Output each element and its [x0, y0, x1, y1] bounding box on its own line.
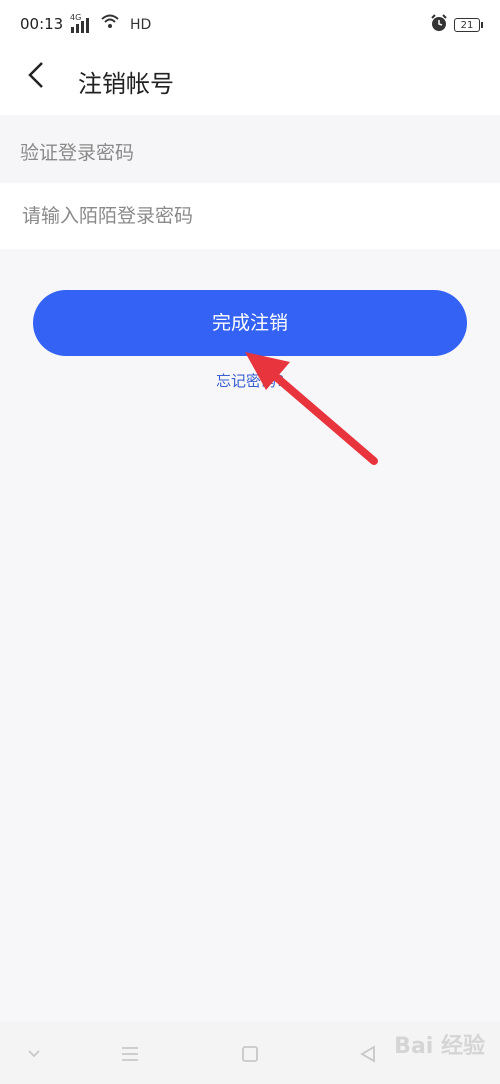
password-row	[0, 183, 500, 249]
status-indicators: 4G HD	[70, 13, 152, 33]
page-title: 注销帐号	[78, 70, 174, 98]
back-button[interactable]	[22, 60, 58, 100]
alarm-clock-icon	[430, 14, 448, 36]
status-right: 21	[430, 14, 483, 36]
page-header: 注销帐号	[0, 50, 500, 115]
password-input[interactable]	[20, 195, 484, 237]
signal-icon: 4G	[70, 13, 90, 33]
wifi-icon	[100, 13, 120, 33]
hd-indicator: HD	[130, 17, 152, 33]
menu-icon[interactable]	[118, 1042, 142, 1066]
chevron-left-icon	[28, 62, 43, 88]
section-heading: 验证登录密码	[0, 117, 500, 183]
forgot-password-link[interactable]: 忘记密码?	[0, 370, 500, 391]
home-icon[interactable]	[238, 1042, 262, 1066]
network-type-label: 4G	[70, 13, 82, 22]
baidu-jingyan-watermark: Bai 经验	[394, 1034, 485, 1059]
status-time: 00:13	[20, 15, 64, 33]
complete-deactivation-button[interactable]: 完成注销	[33, 290, 467, 356]
back-triangle-icon[interactable]	[356, 1042, 380, 1066]
section-heading-text: 验证登录密码	[20, 142, 135, 164]
battery-icon: 21	[454, 18, 483, 32]
chevron-down-icon[interactable]	[22, 1042, 46, 1066]
status-bar: 00:13 4G HD 21	[0, 0, 500, 50]
